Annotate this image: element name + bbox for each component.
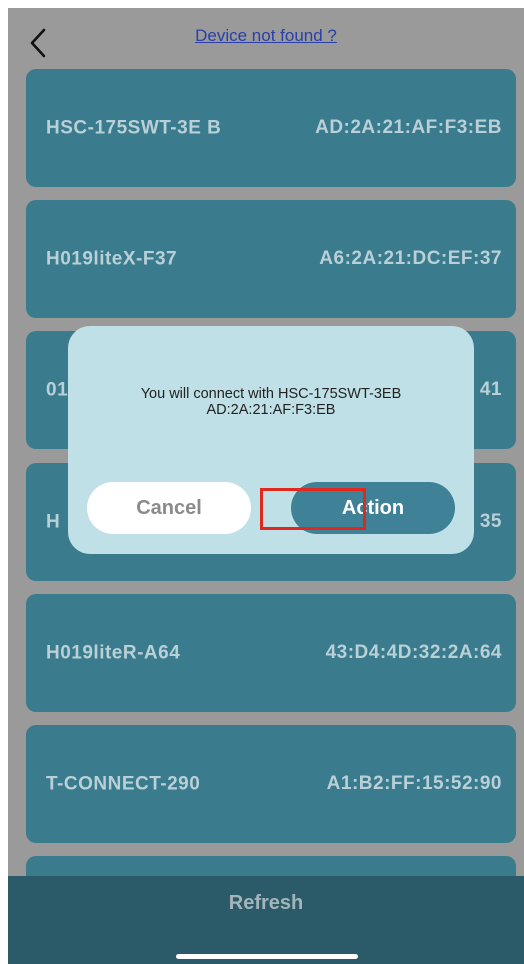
device-card[interactable]: T-CONNECT-290 A1:B2:FF:15:52:90 — [26, 725, 516, 843]
action-button[interactable]: Action — [291, 482, 455, 534]
home-indicator — [176, 954, 358, 959]
device-name: H019liteX-F37 — [46, 248, 178, 270]
dialog-message-line-2: AD:2A:21:AF:F3:EB — [206, 402, 336, 418]
connect-dialog: You will connect with HSC-175SWT-3EB AD:… — [68, 326, 474, 554]
device-mac: AD:2A:21:AF:F3:EB — [315, 117, 502, 138]
device-card[interactable]: H019liteX-F37 A6:2A:21:DC:EF:37 — [26, 200, 516, 318]
device-mac: 43:D4:4D:32:2A:64 — [325, 642, 502, 663]
device-name: HSC-175SWT-3E B — [46, 117, 222, 139]
refresh-button[interactable]: Refresh — [8, 892, 524, 915]
device-mac: A6:2A:21:DC:EF:37 — [319, 248, 502, 269]
cancel-button[interactable]: Cancel — [87, 482, 251, 534]
screen: Device not found ? HSC-175SWT-3E B AD:2A… — [8, 8, 524, 964]
dialog-message: You will connect with HSC-175SWT-3EB AD:… — [68, 386, 474, 418]
header: Device not found ? — [8, 8, 524, 68]
device-mac: 41 — [479, 379, 502, 400]
device-name: T-CONNECT-290 — [46, 773, 201, 795]
dialog-message-line-1: You will connect with HSC-175SWT-3EB — [140, 386, 402, 402]
device-card[interactable]: HSC-175SWT-3E B AD:2A:21:AF:F3:EB — [26, 69, 516, 187]
device-mac: A1:B2:FF:15:52:90 — [326, 773, 502, 794]
device-card[interactable]: H019liteR-A64 43:D4:4D:32:2A:64 — [26, 594, 516, 712]
device-name: H019liteR-A64 — [46, 642, 181, 664]
refresh-bar: Refresh — [8, 876, 524, 964]
device-not-found-link[interactable]: Device not found ? — [8, 26, 524, 46]
device-mac: 35 — [479, 511, 502, 532]
